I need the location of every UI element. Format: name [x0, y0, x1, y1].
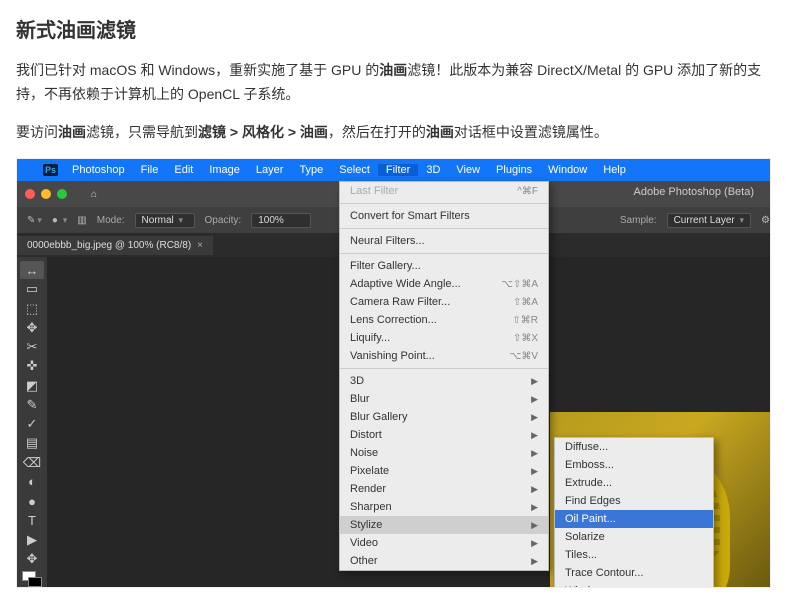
- marquee-tool-icon[interactable]: ▭: [20, 281, 44, 298]
- menu-view[interactable]: View: [448, 164, 488, 176]
- photoshop-screenshot: Ps Photoshop File Edit Image Layer Type …: [16, 158, 771, 588]
- menu-file[interactable]: File: [133, 164, 167, 176]
- sample-label: Sample:: [620, 215, 657, 226]
- submenu-wind[interactable]: Wind...: [555, 582, 713, 588]
- menu-layer[interactable]: Layer: [248, 164, 292, 176]
- blur-tool-icon[interactable]: ●: [20, 492, 44, 509]
- lasso-tool-icon[interactable]: ⬚: [20, 300, 44, 317]
- type-tool-icon[interactable]: T: [20, 512, 44, 529]
- menu-blur-gallery-submenu[interactable]: Blur Gallery▶: [340, 408, 548, 426]
- path-tool-icon[interactable]: ▶: [20, 531, 44, 548]
- menu-pixelate-submenu[interactable]: Pixelate▶: [340, 462, 548, 480]
- healing-tool-icon[interactable]: ✓: [20, 415, 44, 432]
- home-icon[interactable]: ⌂: [85, 185, 103, 203]
- menu-edit[interactable]: Edit: [166, 164, 201, 176]
- panel-icon[interactable]: ▥: [77, 215, 86, 226]
- menu-camera-raw[interactable]: Camera Raw Filter...⇧⌘A: [340, 293, 548, 311]
- stylize-submenu: Diffuse... Emboss... Extrude... Find Edg…: [554, 437, 714, 588]
- gradient-tool-icon[interactable]: ◐: [20, 473, 44, 490]
- menu-blur-submenu[interactable]: Blur▶: [340, 390, 548, 408]
- menu-type[interactable]: Type: [291, 164, 331, 176]
- doc-text: ，然后在打开的: [328, 124, 426, 140]
- menu-neural-filters[interactable]: Neural Filters...: [340, 232, 548, 250]
- submenu-solarize[interactable]: Solarize: [555, 528, 713, 546]
- menu-help[interactable]: Help: [595, 164, 634, 176]
- submenu-trace-contour[interactable]: Trace Contour...: [555, 564, 713, 582]
- minimize-window-icon[interactable]: [41, 189, 51, 199]
- submenu-extrude[interactable]: Extrude...: [555, 474, 713, 492]
- menu-other-submenu[interactable]: Other▶: [340, 552, 548, 570]
- document-tab[interactable]: 0000ebbb_big.jpeg @ 100% (RC8/8) ×: [17, 236, 213, 255]
- menu-3d-submenu[interactable]: 3D▶: [340, 372, 548, 390]
- menu-filter[interactable]: Filter: [378, 164, 418, 176]
- eyedropper-tool-icon[interactable]: ◩: [20, 377, 44, 394]
- menu-adaptive-wide-angle[interactable]: Adaptive Wide Angle...⌥⇧⌘A: [340, 275, 548, 293]
- close-tab-icon[interactable]: ×: [197, 240, 203, 251]
- color-swatch-icon[interactable]: [22, 571, 42, 587]
- doc-bold: 油画: [58, 124, 86, 140]
- tool-preset-icon[interactable]: ✎▾: [27, 215, 42, 226]
- submenu-emboss[interactable]: Emboss...: [555, 456, 713, 474]
- submenu-find-edges[interactable]: Find Edges: [555, 492, 713, 510]
- doc-text: 要访问: [16, 124, 58, 140]
- mac-menubar: Ps Photoshop File Edit Image Layer Type …: [17, 159, 770, 181]
- menu-distort-submenu[interactable]: Distort▶: [340, 426, 548, 444]
- menu-lens-correction[interactable]: Lens Correction...⇧⌘R: [340, 311, 548, 329]
- mode-select[interactable]: Normal ▾: [135, 213, 195, 228]
- menu-video-submenu[interactable]: Video▶: [340, 534, 548, 552]
- menu-last-filter: Last Filter^⌘F: [340, 182, 548, 200]
- menu-plugins[interactable]: Plugins: [488, 164, 540, 176]
- crop-tool-icon[interactable]: ✂: [20, 338, 44, 355]
- doc-bold: 油画: [426, 124, 454, 140]
- menu-render-submenu[interactable]: Render▶: [340, 480, 548, 498]
- menu-liquify[interactable]: Liquify...⇧⌘X: [340, 329, 548, 347]
- menu-sharpen-submenu[interactable]: Sharpen▶: [340, 498, 548, 516]
- brush-preset-icon[interactable]: ● ▾: [52, 215, 67, 226]
- move-tool-icon[interactable]: ↔: [20, 261, 44, 278]
- mode-label: Mode:: [97, 215, 125, 226]
- menubar-app[interactable]: Photoshop: [64, 164, 133, 176]
- ps-logo-icon: Ps: [43, 164, 58, 176]
- menu-select[interactable]: Select: [331, 164, 378, 176]
- close-window-icon[interactable]: [25, 189, 35, 199]
- menu-filter-gallery[interactable]: Filter Gallery...: [340, 257, 548, 275]
- stamp-tool-icon[interactable]: ▤: [20, 435, 44, 452]
- zoom-window-icon[interactable]: [57, 189, 67, 199]
- menu-stylize-submenu[interactable]: Stylize▶: [340, 516, 548, 534]
- brush-tool-icon[interactable]: ✎: [20, 396, 44, 413]
- doc-text: 对话框中设置滤镜属性。: [454, 124, 608, 140]
- menu-noise-submenu[interactable]: Noise▶: [340, 444, 548, 462]
- opacity-label: Opacity:: [205, 215, 242, 226]
- sample-select[interactable]: Current Layer ▾: [667, 213, 751, 228]
- eraser-tool-icon[interactable]: ⌫: [20, 454, 44, 471]
- doc-para-2: 要访问油画滤镜，只需导航到滤镜 > 风格化 > 油画，然后在打开的油画对话框中设…: [16, 121, 771, 145]
- filter-menu: Last Filter^⌘F Convert for Smart Filters…: [339, 181, 549, 571]
- gear-icon[interactable]: ⚙: [761, 215, 770, 226]
- opacity-input[interactable]: 100%: [251, 213, 311, 228]
- submenu-diffuse[interactable]: Diffuse...: [555, 438, 713, 456]
- submenu-oil-paint[interactable]: Oil Paint...: [555, 510, 713, 528]
- menu-3d[interactable]: 3D: [418, 164, 448, 176]
- doc-heading: 新式油画滤镜: [16, 14, 771, 43]
- doc-text: 我们已针对 macOS 和 Windows，重新实施了基于 GPU 的: [16, 62, 379, 78]
- menu-convert-smart-filters[interactable]: Convert for Smart Filters: [340, 207, 548, 225]
- frame-tool-icon[interactable]: ✜: [20, 358, 44, 375]
- doc-text: 滤镜，只需导航到: [86, 124, 198, 140]
- menu-vanishing-point[interactable]: Vanishing Point...⌥⌘V: [340, 347, 548, 365]
- app-title: Adobe Photoshop (Beta): [634, 186, 754, 198]
- doc-bold: 油画: [379, 62, 407, 78]
- tools-panel: ↔ ▭ ⬚ ✥ ✂ ✜ ◩ ✎ ✓ ▤ ⌫ ◐ ● T ▶ ✥: [17, 257, 47, 587]
- menu-window[interactable]: Window: [540, 164, 595, 176]
- submenu-tiles[interactable]: Tiles...: [555, 546, 713, 564]
- hand-tool-icon[interactable]: ✥: [20, 550, 44, 567]
- selection-tool-icon[interactable]: ✥: [20, 319, 44, 336]
- window-controls: [25, 189, 67, 199]
- doc-para-1: 我们已针对 macOS 和 Windows，重新实施了基于 GPU 的油画滤镜！…: [16, 59, 771, 107]
- tab-title: 0000ebbb_big.jpeg @ 100% (RC8/8): [27, 240, 191, 251]
- doc-bold: 滤镜 > 风格化 > 油画: [198, 124, 328, 140]
- menu-image[interactable]: Image: [201, 164, 248, 176]
